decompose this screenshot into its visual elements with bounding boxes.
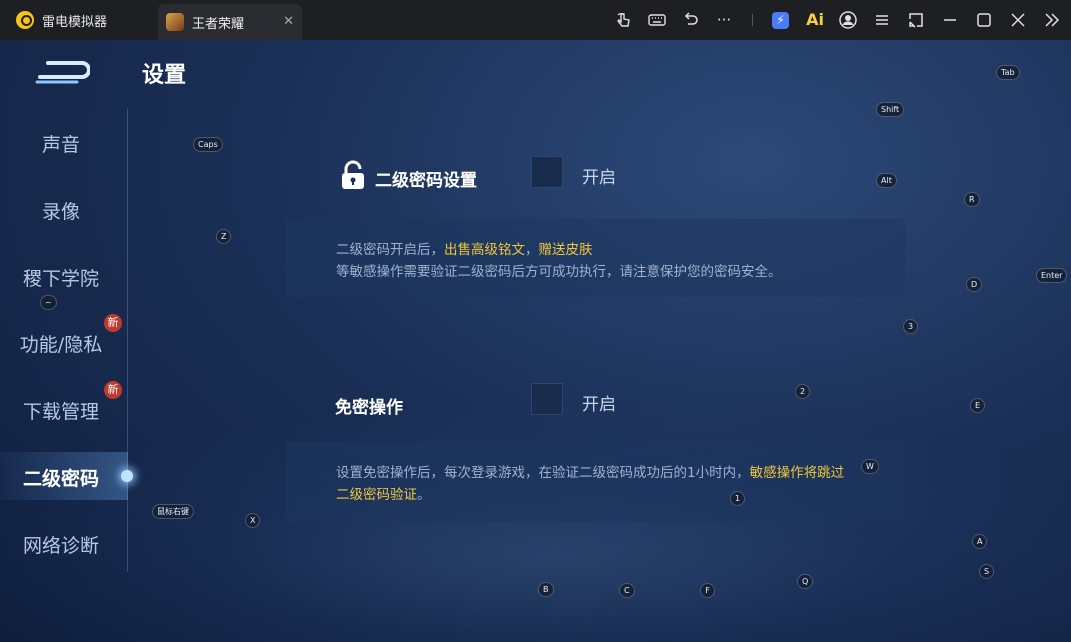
title-bar: 雷电模拟器 王者荣耀 ✕ ··· ⚡ Ai: [0, 0, 1071, 40]
key-hint-tilde[interactable]: ~: [40, 295, 57, 310]
back-icon[interactable]: [34, 60, 90, 86]
boost-icon[interactable]: ⚡: [772, 12, 789, 29]
app-tab[interactable]: 雷电模拟器: [0, 0, 155, 40]
desc-text: 。: [417, 487, 431, 503]
page-title: 设置: [142, 63, 187, 88]
key-hint-q[interactable]: Q: [797, 574, 814, 589]
settings-screen: 设置 声音 录像 稷下学院 功能/隐私 新 下载管理 新 二级密码 网络诊断 二…: [0, 40, 1071, 642]
key-hint-b[interactable]: B: [538, 582, 554, 597]
key-hint-d[interactable]: D: [966, 277, 983, 292]
active-indicator-icon: [121, 470, 133, 482]
maximize-icon[interactable]: [974, 10, 994, 30]
menu-icon[interactable]: [872, 10, 892, 30]
key-hint-2[interactable]: 2: [795, 384, 811, 399]
sidebar-item-academy[interactable]: 稷下学院: [0, 264, 122, 291]
new-badge: 新: [104, 381, 122, 399]
key-hint-f[interactable]: F: [700, 583, 715, 598]
key-hint-mouse[interactable]: 鼠标右键: [152, 504, 194, 519]
password-free-info-panel: 设置免密操作后，每次登录游戏，在验证二级密码成功后的1小时内，敏感操作将跳过二级…: [286, 442, 905, 522]
second-password-desc-line2: 等敏感操作需要验证二级密码后方可成功执行，请注意保护您的密码安全。: [336, 264, 782, 280]
more-icon[interactable]: ···: [714, 10, 734, 30]
key-hint-z[interactable]: Z: [216, 229, 232, 244]
password-free-checkbox[interactable]: [531, 383, 563, 415]
sidebar-item-sound[interactable]: 声音: [0, 130, 122, 157]
key-hint-enter[interactable]: Enter: [1036, 268, 1068, 283]
key-hint-tab[interactable]: Tab: [996, 65, 1020, 80]
gesture-icon[interactable]: [613, 10, 633, 30]
sidebar-item-features-privacy[interactable]: 功能/隐私: [0, 330, 122, 357]
key-hint-r[interactable]: R: [964, 192, 980, 207]
expand-icon[interactable]: [1042, 10, 1062, 30]
key-hint-shift[interactable]: Shift: [876, 102, 905, 117]
account-icon[interactable]: [838, 10, 858, 30]
sidebar-item-second-password[interactable]: 二级密码: [0, 464, 122, 491]
undo-icon[interactable]: [681, 10, 701, 30]
second-password-desc-line1: 二级密码开启后，出售高级铭文，赠送皮肤: [336, 239, 855, 261]
key-hint-1[interactable]: 1: [730, 491, 746, 506]
desc-text: 二级密码开启后，: [336, 242, 444, 258]
game-tab-label: 王者荣耀: [192, 16, 245, 32]
toolbar-divider: [752, 14, 753, 26]
sidebar-divider: [127, 108, 128, 572]
app-name: 雷电模拟器: [42, 14, 108, 30]
second-password-info-panel: 二级密码开启后，出售高级铭文，赠送皮肤 等敏感操作需要验证二级密码后方可成功执行…: [286, 219, 905, 297]
second-password-enable-label[interactable]: 开启: [582, 163, 616, 188]
minimize-icon[interactable]: [940, 10, 960, 30]
key-hint-c[interactable]: C: [619, 583, 635, 598]
second-password-checkbox[interactable]: [531, 156, 563, 188]
desc-highlight: 赠送皮肤: [538, 242, 593, 258]
game-avatar-icon: [166, 13, 184, 31]
lock-icon: [342, 160, 364, 189]
key-hint-3[interactable]: 3: [903, 319, 919, 334]
password-free-enable-label[interactable]: 开启: [582, 390, 616, 415]
second-password-label: 二级密码设置: [375, 171, 477, 191]
key-hint-w[interactable]: W: [861, 459, 879, 474]
game-tab[interactable]: 王者荣耀 ✕: [158, 4, 302, 40]
sidebar-item-network-diagnosis[interactable]: 网络诊断: [0, 531, 122, 558]
key-hint-s[interactable]: S: [979, 564, 995, 579]
keyboard-icon[interactable]: [647, 10, 667, 30]
key-hint-alt[interactable]: Alt: [876, 173, 897, 188]
desc-text: ，: [525, 242, 539, 258]
close-icon[interactable]: [1008, 10, 1028, 30]
sidebar-item-recording[interactable]: 录像: [0, 197, 122, 224]
desc-text: 设置免密操作后，每次登录游戏，在验证二级密码成功后的1小时内，: [336, 465, 750, 481]
new-badge: 新: [104, 314, 122, 332]
key-hint-caps[interactable]: Caps: [193, 137, 223, 152]
ai-icon[interactable]: Ai: [802, 10, 828, 30]
desc-highlight: 出售高级铭文: [444, 242, 525, 258]
key-hint-e[interactable]: E: [970, 398, 986, 413]
password-free-label: 免密操作: [335, 398, 403, 418]
window-mode-icon[interactable]: [906, 10, 926, 30]
emulator-logo-icon: [16, 11, 34, 29]
tab-close-icon[interactable]: ✕: [283, 14, 294, 29]
sidebar-item-downloads[interactable]: 下载管理: [0, 397, 122, 424]
